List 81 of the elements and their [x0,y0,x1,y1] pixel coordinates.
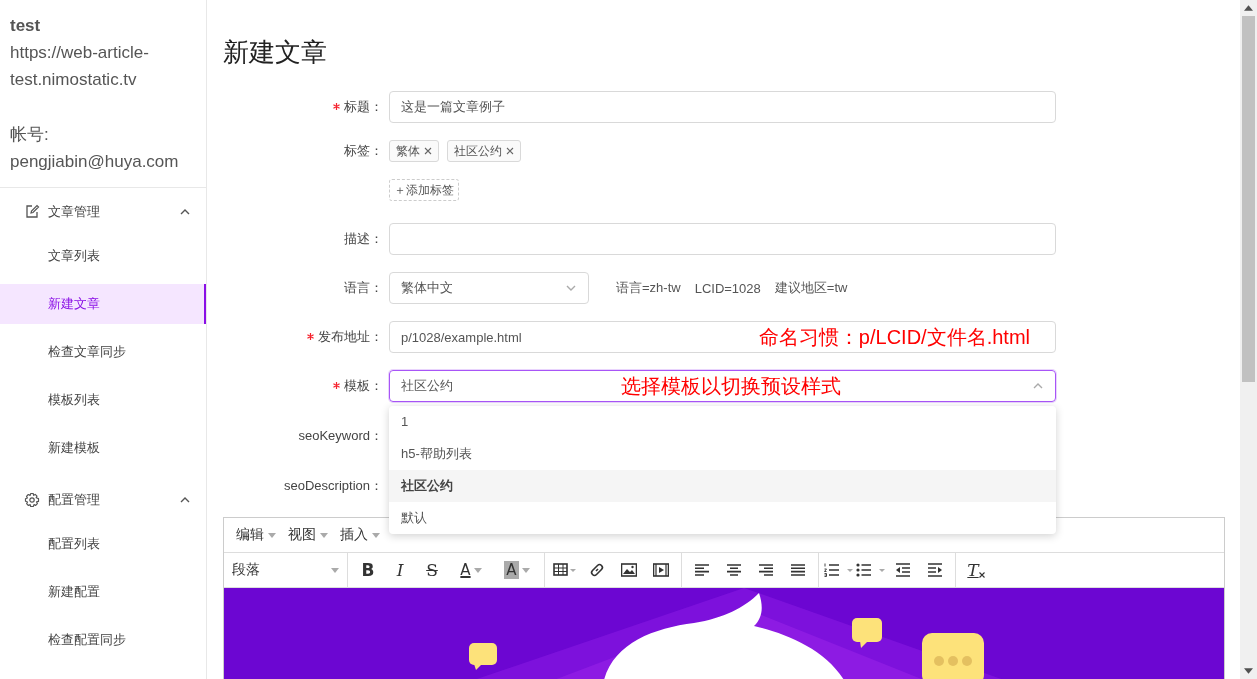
caret-down-icon [521,567,530,573]
caret-down-icon [320,532,328,538]
tag-label: 繁体 [396,142,420,160]
close-icon[interactable] [424,147,432,155]
menu-item[interactable]: 配置列表 [0,524,206,564]
field-label: 模板： [344,378,383,393]
align-right-icon [758,562,774,578]
caret-up-icon [180,496,190,504]
caret-up-icon [1032,382,1044,390]
account-label: 帐号: [10,124,50,146]
menu-button[interactable]: 编辑 [230,520,282,550]
caret-down-icon [565,284,577,292]
add-tag-button[interactable]: ＋添加标签 [389,179,459,201]
bold-button[interactable]: B [352,555,384,585]
menu-item[interactable]: 模板列表 [0,380,206,420]
page-title: 新建文章 [223,36,328,69]
caret-up-icon [180,208,190,216]
annotation-text: 命名习惯：p/LCID/文件名.html [758,325,1030,350]
input-field[interactable]: 这是一篇文章例子 [389,91,1056,123]
dropdown-option[interactable]: 默认 [389,502,1056,534]
menu-group[interactable]: 文章管理 [0,188,206,236]
tag-label: 社区公约 [454,142,502,160]
gear-icon [24,492,40,508]
info-text: 建议地区=tw [774,279,848,297]
scrollbar[interactable] [1240,0,1257,679]
input-field[interactable] [389,223,1056,255]
menu-button[interactable]: 视图 [282,520,334,550]
field-label: seoKeyword： [298,428,383,443]
justify-icon [790,562,806,578]
field-label: 描述： [344,231,383,246]
menu-item[interactable]: 新建文章 [0,284,206,324]
indent-icon [927,562,943,578]
dropdown-option[interactable]: h5-帮助列表 [389,438,1056,470]
dropdown-option[interactable]: 1 [389,406,1056,438]
table-icon [553,562,577,578]
caret-down-icon [268,532,276,538]
site-name: test [10,15,42,37]
menu-item[interactable]: 文章列表 [0,236,206,276]
annotation-text: 选择模板以切换预设样式 [621,374,841,399]
edit-icon [24,204,40,220]
caret-down-icon [331,567,339,573]
field-label: 标题： [344,99,383,114]
scroll-up-icon[interactable] [1244,5,1253,11]
caret-down-icon [372,532,380,538]
highlight-button[interactable]: A [494,555,540,585]
field-label: 标签： [344,143,383,158]
italic-button[interactable]: I [384,555,416,585]
clear-format-button[interactable]: T [960,555,992,585]
menu-button[interactable]: 插入 [334,520,386,550]
strikethrough-button[interactable]: S [416,555,448,585]
cross-icon [978,572,985,578]
menu-group[interactable]: 配置管理 [0,476,206,524]
menu-item[interactable]: 新建配置 [0,572,206,612]
dropdown-option[interactable]: 社区公约 [389,470,1056,502]
tag[interactable]: 社区公约 [447,140,521,162]
field-label: 语言： [344,280,383,295]
format-select[interactable]: 段落 [228,555,343,585]
align-left-icon [694,562,710,578]
text-color-button[interactable]: A [448,555,494,585]
outdent-icon [895,562,911,578]
menu-item[interactable]: 新建模板 [0,428,206,468]
align-center-icon [726,562,742,578]
menu-item[interactable]: 检查配置同步 [0,620,206,660]
image-icon [621,562,637,578]
info-text: LCID=1028 [694,280,761,296]
scroll-thumb[interactable] [1242,16,1255,382]
menu-item[interactable]: 检查文章同步 [0,332,206,372]
field-label: seoDescription： [284,478,383,493]
tag[interactable]: 繁体 [389,140,439,162]
select-field[interactable]: 繁体中文 [389,272,589,304]
video-icon [653,562,669,578]
info-text: 语言=zh-tw [616,279,681,297]
numbered-list-icon [824,562,854,578]
close-icon[interactable] [506,147,514,155]
field-label: 发布地址： [318,329,383,344]
account-email: pengjiabin@huya.com [10,151,180,173]
site-url: https://web-article-test.nimostatic.tv [10,42,150,91]
link-icon [589,562,605,578]
caret-down-icon [473,567,482,573]
bullet-list-icon [856,562,886,578]
scroll-down-icon[interactable] [1244,668,1253,674]
